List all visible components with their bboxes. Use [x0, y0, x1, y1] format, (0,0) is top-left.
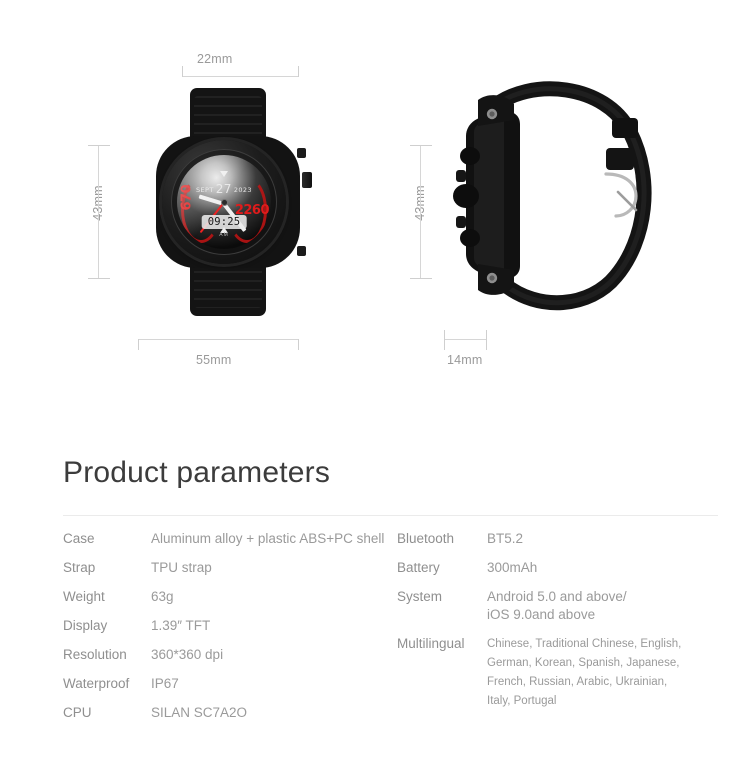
- dimension-tick-thickness-right: [486, 330, 487, 350]
- dimension-tick-width-left: [138, 339, 139, 350]
- watch-side-illustration: [453, 81, 652, 311]
- dimension-tick-front-height-top: [88, 145, 110, 146]
- spec-row-system: System Android 5.0 and above/ iOS 9.0and…: [397, 588, 747, 624]
- spec-row-strap: Strap TPU strap: [63, 559, 403, 577]
- dimension-line-overall-width: [138, 339, 298, 340]
- spec-row-bluetooth: Bluetooth BT5.2: [397, 530, 747, 548]
- product-spec-page: 22mm 43mm 55mm: [0, 0, 750, 781]
- spec-label-resolution: Resolution: [63, 647, 127, 662]
- spec-row-waterproof: Waterproof IP67: [63, 675, 403, 693]
- spec-value-resolution: 360*360 dpi: [151, 647, 224, 662]
- spec-row-display: Display 1.39″ TFT: [63, 617, 403, 635]
- dimension-line-front-height: [98, 145, 99, 278]
- spec-value-bluetooth: BT5.2: [487, 531, 524, 546]
- multilingual-line-1: Chinese, Traditional Chinese, English,: [487, 638, 682, 650]
- watch-bezel: SEPT272023 670 2260 09:25 AM: [171, 149, 277, 255]
- spec-label-bluetooth: Bluetooth: [397, 531, 455, 546]
- dimension-tick-side-height-top: [410, 145, 432, 146]
- spec-value-system: Android 5.0 and above/ iOS 9.0and above: [487, 588, 627, 624]
- multilingual-line-2: German, Korean, Spanish, Japanese,: [487, 657, 680, 669]
- spec-label-display: Display: [63, 618, 108, 633]
- dimension-tick-thickness-left: [444, 330, 445, 350]
- spec-row-battery: Battery 300mAh: [397, 559, 747, 577]
- dimension-line-side-height: [420, 145, 421, 278]
- watch-button-bottom-right: [297, 246, 306, 256]
- parameters-left-column: Case Aluminum alloy + plastic ABS+PC she…: [63, 530, 403, 733]
- parameters-right-column: Bluetooth BT5.2 Battery 300mAh System An…: [397, 530, 747, 722]
- spec-label-multilingual: Multilingual: [397, 636, 465, 651]
- multilingual-line-3: French, Russian, Arabic, Ukrainian,: [487, 676, 668, 688]
- spec-value-cpu: SILAN SC7A2O: [151, 705, 248, 720]
- dimension-label-strap-width: 22mm: [197, 52, 233, 66]
- dimension-tick-front-height-bottom: [88, 278, 110, 279]
- product-diagram: 22mm 43mm 55mm: [0, 0, 750, 420]
- spec-value-battery: 300mAh: [487, 560, 538, 575]
- dimension-tick-width-right: [298, 339, 299, 350]
- dimension-tick-strap-left: [182, 66, 183, 77]
- watch-side-view: [430, 70, 660, 320]
- spec-row-multilingual: Multilingual Chinese, Traditional Chines…: [397, 635, 747, 711]
- spec-label-waterproof: Waterproof: [63, 676, 130, 691]
- section-divider: [63, 515, 718, 516]
- spec-value-case: Aluminum alloy + plastic ABS+PC shell: [151, 531, 385, 546]
- spec-value-waterproof: IP67: [151, 676, 179, 691]
- spec-value-weight: 63g: [151, 589, 174, 604]
- dimension-label-overall-width: 55mm: [196, 353, 232, 367]
- dimension-line-thickness: [444, 339, 486, 340]
- product-parameters-section: Product parameters Case Aluminum alloy +…: [0, 420, 750, 781]
- spec-label-weight: Weight: [63, 589, 105, 604]
- spec-label-battery: Battery: [397, 560, 440, 575]
- spec-value-strap: TPU strap: [151, 560, 212, 575]
- dimension-label-thickness: 14mm: [447, 353, 483, 367]
- spec-row-resolution: Resolution 360*360 dpi: [63, 646, 403, 664]
- dimension-tick-side-height-bottom: [410, 278, 432, 279]
- spec-value-multilingual: Chinese, Traditional Chinese, English, G…: [487, 635, 739, 711]
- spec-value-system-line2: iOS 9.0and above: [487, 607, 596, 622]
- spec-row-cpu: CPU SILAN SC7A2O: [63, 704, 403, 722]
- dimension-line-strap-width: [182, 76, 298, 77]
- spec-value-system-line1: Android 5.0 and above/: [487, 589, 627, 604]
- watch-case-outer: SEPT272023 670 2260 09:25 AM: [162, 140, 286, 264]
- section-title: Product parameters: [63, 456, 331, 489]
- spec-row-weight: Weight 63g: [63, 588, 403, 606]
- spec-label-system: System: [397, 589, 443, 604]
- spec-label-cpu: CPU: [63, 705, 92, 720]
- watch-crown: [302, 172, 312, 188]
- spec-row-case: Case Aluminum alloy + plastic ABS+PC she…: [63, 530, 403, 548]
- spec-label-strap: Strap: [63, 560, 96, 575]
- spec-label-case: Case: [63, 531, 95, 546]
- watch-screen: SEPT272023 670 2260 09:25 AM: [177, 155, 271, 249]
- watch-button-top-right: [297, 148, 306, 158]
- spec-value-display: 1.39″ TFT: [151, 618, 211, 633]
- multilingual-line-4: Italy, Portugal: [487, 695, 557, 707]
- dimension-tick-strap-right: [298, 66, 299, 77]
- watch-front-view: SEPT272023 670 2260 09:25 AM: [148, 88, 312, 316]
